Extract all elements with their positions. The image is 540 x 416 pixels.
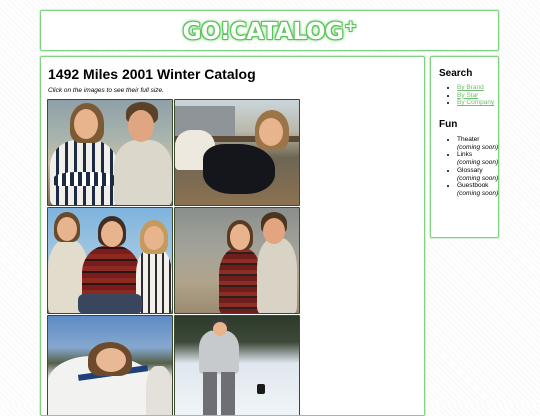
fun-list: Theater(coming soon) Links(coming soon) … <box>439 136 509 198</box>
coming-soon-note: (coming soon) <box>457 159 499 167</box>
logo-plus-mark: + <box>344 17 357 35</box>
link-by-brand[interactable]: By Brand <box>457 84 484 91</box>
link-by-company[interactable]: By Company <box>457 99 494 106</box>
list-item: By Star <box>457 92 509 100</box>
fun-heading: Fun <box>439 119 458 130</box>
catalog-image-1[interactable] <box>47 99 173 206</box>
list-item: By Company <box>457 99 509 107</box>
search-heading: Search <box>439 68 473 79</box>
page-subtitle: Click on the images to see their full si… <box>48 87 164 94</box>
coming-soon-note: (coming soon) <box>457 174 499 182</box>
catalog-image-4[interactable] <box>174 207 300 314</box>
fun-item-theater: Theater(coming soon) <box>457 136 509 151</box>
fun-item-guestbook: Guestbook(coming soon) <box>457 182 509 197</box>
list-item: By Brand <box>457 84 509 92</box>
fun-item-links: Links(coming soon) <box>457 151 509 166</box>
catalog-image-2[interactable] <box>174 99 300 206</box>
site-header: GO!CATALOG+ <box>40 10 499 51</box>
fun-item-glossary: Glossary(coming soon) <box>457 167 509 182</box>
catalog-image-5[interactable] <box>47 315 173 415</box>
link-by-star[interactable]: By Star <box>457 92 478 99</box>
main-content: 1492 Miles 2001 Winter Catalog Click on … <box>40 56 425 416</box>
catalog-image-3[interactable] <box>47 207 173 314</box>
search-links: By Brand By Star By Company <box>439 84 509 107</box>
catalog-image-6[interactable] <box>174 315 300 415</box>
page-title: 1492 Miles 2001 Winter Catalog <box>48 66 256 82</box>
coming-soon-note: (coming soon) <box>457 143 499 151</box>
site-logo[interactable]: GO!CATALOG+ <box>41 17 498 45</box>
sidebar: Search By Brand By Star By Company Fun T… <box>430 56 499 238</box>
coming-soon-note: (coming soon) <box>457 189 499 197</box>
